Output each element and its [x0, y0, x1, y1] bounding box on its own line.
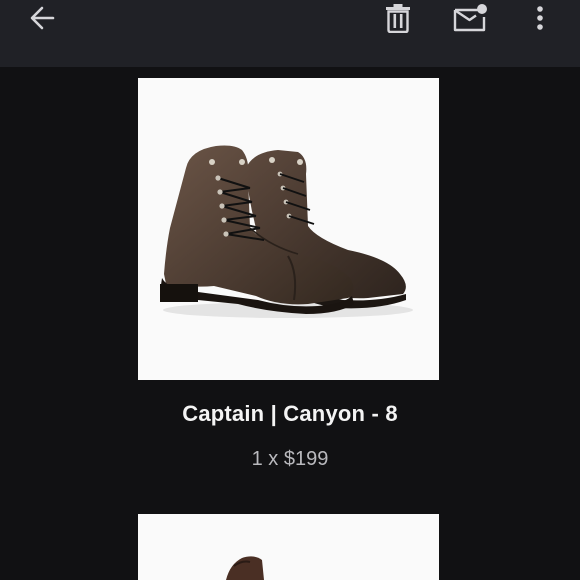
trash-icon [386, 4, 410, 33]
mark-unread-button[interactable] [449, 0, 493, 36]
product-quantity-price: 1 x $199 [251, 448, 329, 470]
mail-unread-icon [453, 4, 487, 32]
boot-image [226, 556, 264, 580]
back-button[interactable] [22, 0, 62, 36]
top-app-bar [0, 0, 580, 67]
arrow-left-icon [30, 6, 55, 30]
product-image[interactable] [138, 78, 439, 380]
product-image-2[interactable] [138, 514, 439, 580]
delete-button[interactable] [378, 0, 418, 36]
more-options-button[interactable] [525, 0, 555, 36]
product-title[interactable]: Captain | Canyon - 8 [0, 401, 580, 427]
more-vert-icon [537, 6, 543, 30]
boots-image [160, 145, 413, 318]
